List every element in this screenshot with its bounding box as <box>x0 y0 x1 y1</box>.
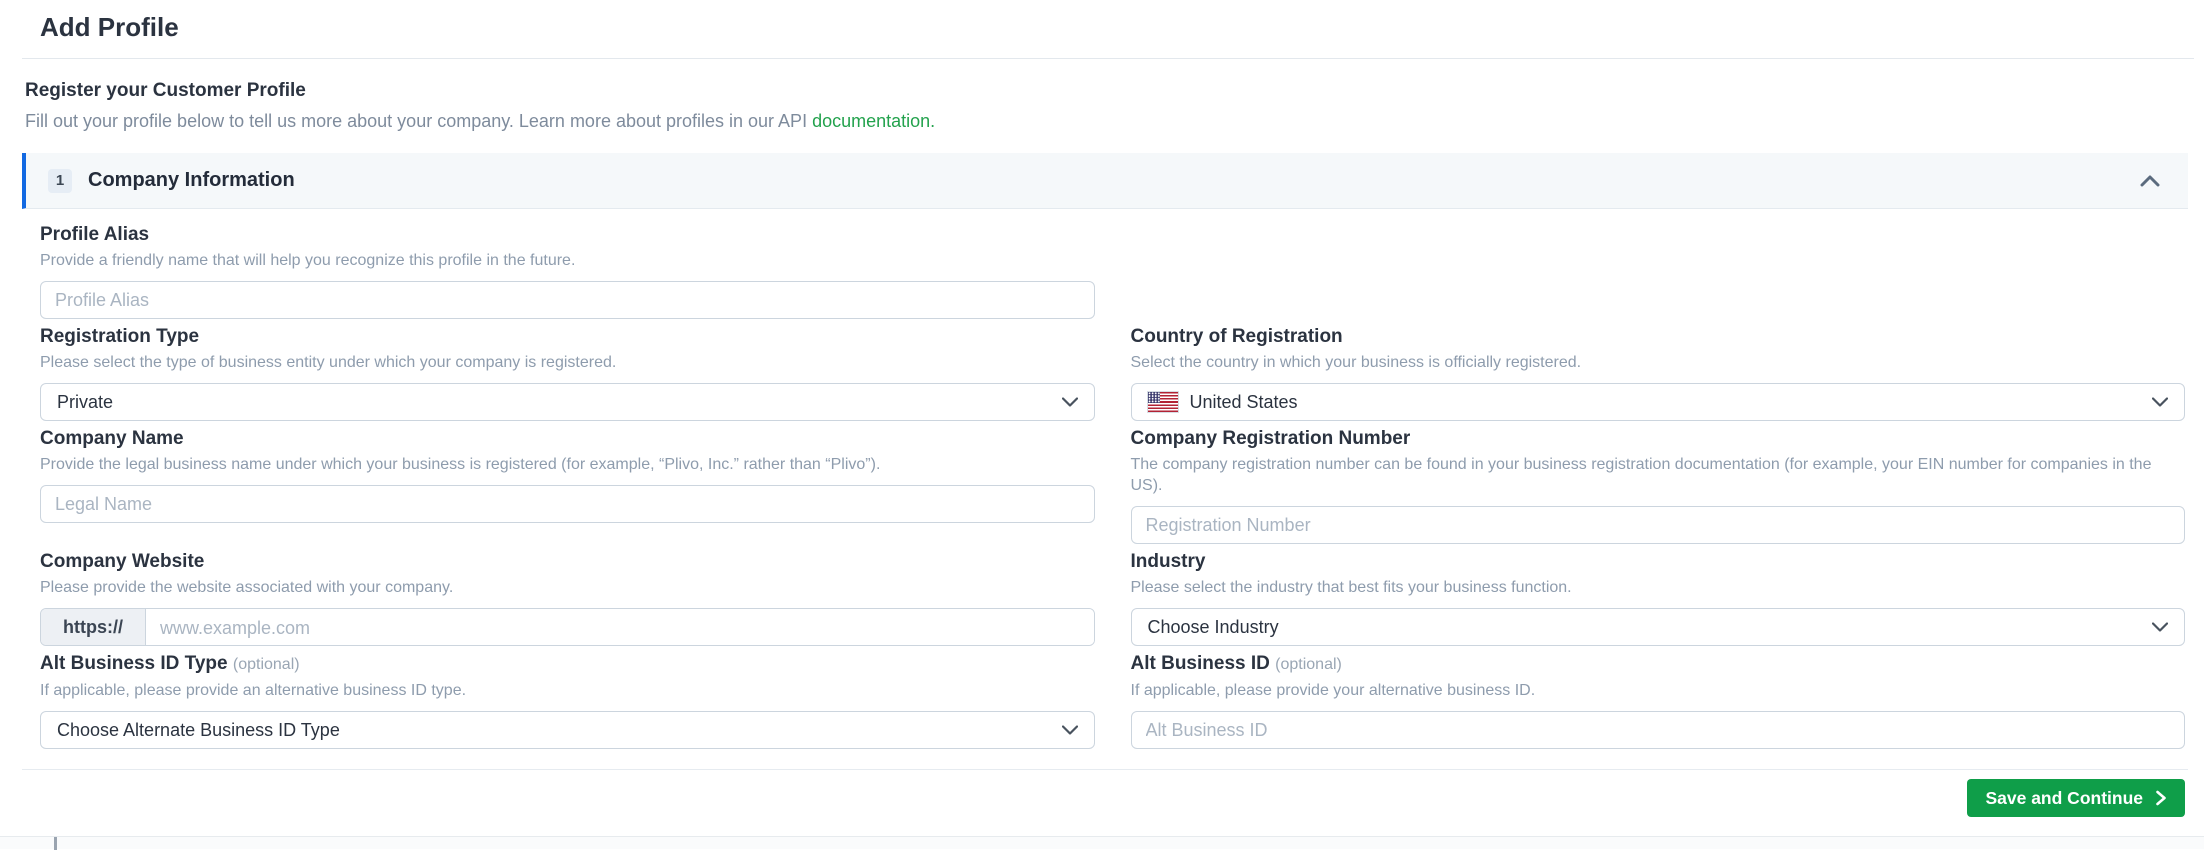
url-prefix: https:// <box>41 609 146 645</box>
vertical-tick <box>54 837 57 850</box>
chevron-up-icon[interactable] <box>2140 175 2160 187</box>
industry-select[interactable]: Choose Industry <box>1130 608 2185 646</box>
intro-subtitle: Fill out your profile below to tell us m… <box>25 110 2204 133</box>
page-bottom-strip <box>0 836 2204 850</box>
footer-actions: Save and Continue <box>0 770 2204 817</box>
alt-business-id-type-select[interactable]: Choose Alternate Business ID Type <box>40 711 1095 749</box>
field-alt-business-id: Alt Business ID (optional) If applicable… <box>1130 652 2185 749</box>
us-flag-icon <box>1147 392 1178 412</box>
alt-business-id-input[interactable] <box>1130 711 2185 749</box>
profile-alias-helper: Provide a friendly name that will help y… <box>40 252 576 269</box>
chevron-down-icon <box>1061 725 1078 735</box>
registration-type-label: Registration Type <box>40 326 200 347</box>
section-title: Company Information <box>88 169 295 191</box>
industry-label: Industry <box>1130 551 1206 572</box>
company-name-label: Company Name <box>40 428 184 449</box>
documentation-link[interactable]: documentation. <box>812 111 935 131</box>
field-registration-type: Registration Type Please select the type… <box>40 325 1095 421</box>
registration-type-helper: Please select the type of business entit… <box>40 354 617 371</box>
registration-type-select[interactable]: Private <box>40 383 1095 421</box>
optional-tag: (optional) <box>232 656 300 673</box>
company-name-input[interactable] <box>40 485 1095 523</box>
empty-cell <box>1131 223 2186 319</box>
intro-heading: Register your Customer Profile <box>25 80 306 101</box>
save-button-label: Save and Continue <box>1985 787 2143 808</box>
industry-helper: Please select the industry that best fit… <box>1130 579 1572 596</box>
chevron-right-icon <box>2155 790 2167 806</box>
industry-value: Choose Industry <box>1147 616 1279 637</box>
company-name-helper: Provide the legal business name under wh… <box>40 456 881 473</box>
field-company-website: Company Website Please provide the websi… <box>40 550 1095 646</box>
alt-business-id-type-helper: If applicable, please provide an alterna… <box>40 682 467 699</box>
company-website-helper: Please provide the website associated wi… <box>40 579 454 596</box>
section-header-company-information[interactable]: 1 Company Information <box>22 153 2188 209</box>
field-country-of-registration: Country of Registration Select the count… <box>1130 325 2185 421</box>
alt-business-id-type-value: Choose Alternate Business ID Type <box>57 719 340 740</box>
country-of-registration-select[interactable]: United States <box>1130 383 2185 421</box>
intro-block: Register your Customer Profile Fill out … <box>25 79 2204 133</box>
company-website-input-group: https:// <box>40 608 1095 646</box>
field-alt-business-id-type: Alt Business ID Type (optional) If appli… <box>40 652 1095 749</box>
optional-tag: (optional) <box>1275 656 1342 673</box>
company-registration-number-helper: The company registration number can be f… <box>1130 456 2152 494</box>
field-industry: Industry Please select the industry that… <box>1130 550 2185 646</box>
company-registration-number-label: Company Registration Number <box>1130 428 1411 449</box>
page-title: Add Profile <box>40 12 179 42</box>
chevron-down-icon <box>2152 397 2168 407</box>
step-number-badge: 1 <box>48 168 72 193</box>
field-profile-alias: Profile Alias Provide a friendly name th… <box>40 223 1095 319</box>
country-of-registration-value: United States <box>1189 391 1298 412</box>
save-and-continue-button[interactable]: Save and Continue <box>1967 779 2185 817</box>
field-company-registration-number: Company Registration Number The company … <box>1130 427 2185 544</box>
alt-business-id-type-label: Alt Business ID Type (optional) <box>40 653 300 674</box>
company-website-input[interactable] <box>146 609 1094 645</box>
title-divider <box>22 58 2194 59</box>
alt-business-id-label: Alt Business ID (optional) <box>1130 653 1342 674</box>
chevron-down-icon <box>2152 622 2168 632</box>
intro-description: Fill out your profile below to tell us m… <box>25 111 813 131</box>
country-of-registration-label: Country of Registration <box>1130 326 1343 347</box>
company-information-form: Profile Alias Provide a friendly name th… <box>0 209 2204 749</box>
chevron-down-icon <box>1061 397 1078 407</box>
field-company-name: Company Name Provide the legal business … <box>40 427 1095 544</box>
profile-alias-input[interactable] <box>40 281 1095 319</box>
company-registration-number-input[interactable] <box>1130 506 2185 544</box>
profile-alias-label: Profile Alias <box>40 224 150 245</box>
company-website-label: Company Website <box>40 551 205 572</box>
country-of-registration-helper: Select the country in which your busines… <box>1130 354 1582 371</box>
registration-type-value: Private <box>57 391 114 412</box>
alt-business-id-helper: If applicable, please provide your alter… <box>1130 682 1536 699</box>
